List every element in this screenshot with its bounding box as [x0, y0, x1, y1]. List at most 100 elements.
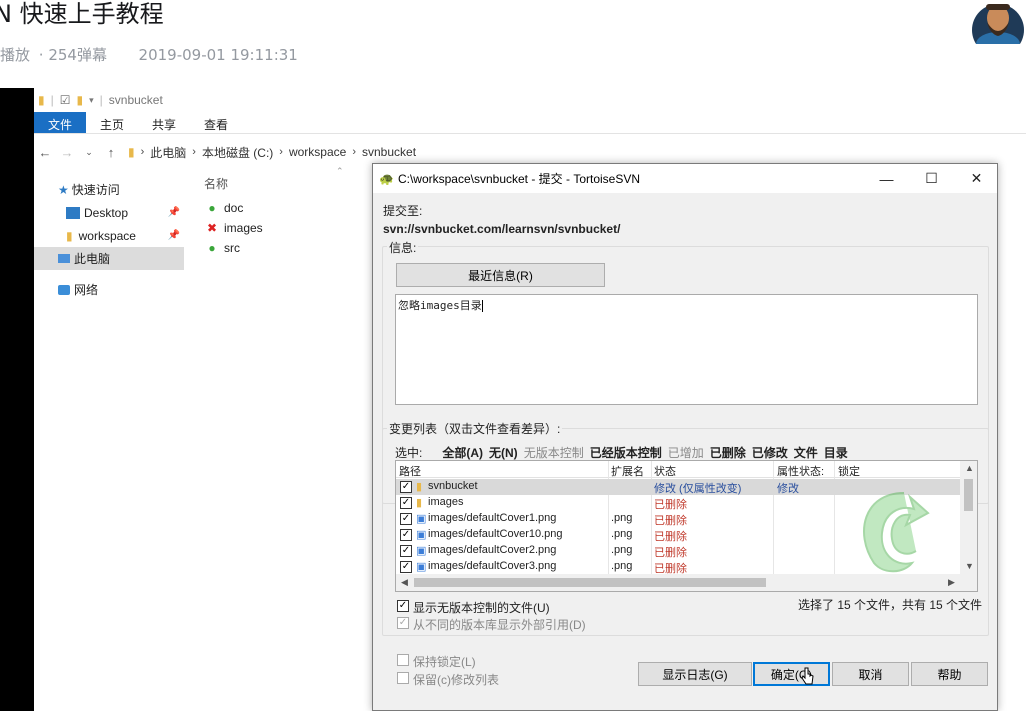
new-folder-icon[interactable]: ▮ — [77, 93, 84, 107]
nav-item-network[interactable]: 网络 — [34, 278, 184, 301]
dialog-titlebar[interactable]: 🐢 C:\workspace\svnbucket - 提交 - Tortoise… — [373, 164, 997, 193]
pin-icon[interactable]: 📌 — [168, 230, 180, 241]
keep-locks-checkbox[interactable] — [397, 654, 409, 666]
folder-icon: ▮ — [416, 497, 423, 509]
breadcrumb[interactable]: ▮ › 此电脑 › 本地磁盘 (C:) › workspace › svnbuc… — [128, 144, 416, 161]
scroll-down-icon[interactable]: ▼ — [965, 561, 974, 571]
dialog-title: C:\workspace\svnbucket - 提交 - TortoiseSV… — [397, 172, 641, 186]
keep-changelists-checkbox[interactable] — [397, 672, 409, 684]
show-externals-label[interactable]: 从不同的版本库显示外部引用(D) — [413, 616, 586, 633]
folder-icon[interactable]: ▮ — [38, 93, 45, 107]
ribbon-tabs: 文件 主页 共享 查看 — [34, 112, 1026, 134]
row-checkbox[interactable]: ✓ — [400, 529, 412, 541]
folder-icon: ▮ — [66, 228, 73, 243]
tab-file[interactable]: 文件 — [34, 112, 87, 133]
show-log-button[interactable]: 显示日志(G) — [638, 662, 752, 686]
desktop-icon — [66, 206, 80, 219]
show-unversioned-label[interactable]: 显示无版本控制的文件(U) — [413, 599, 550, 616]
row-checkbox[interactable]: ✓ — [400, 481, 412, 493]
commit-to-url: svn://svnbucket.com/learnsvn/svnbucket/ — [383, 222, 621, 236]
up-arrow-icon[interactable]: ↑ — [100, 145, 122, 160]
sort-chevron-icon: ⌃ — [336, 166, 344, 176]
select-modified-link[interactable]: 已修改 — [752, 444, 788, 461]
image-file-icon: ▣ — [416, 513, 427, 525]
help-button[interactable]: 帮助 — [911, 662, 988, 686]
select-files-link[interactable]: 文件 — [794, 444, 818, 461]
commit-dialog: 🐢 C:\workspace\svnbucket - 提交 - Tortoise… — [372, 163, 998, 711]
select-unversioned-link[interactable]: 无版本控制 — [524, 444, 584, 461]
changes-list[interactable]: 路径 扩展名 状态 属性状态: 锁定 ✓ ▮ svnbucket 修改 (仅属性… — [395, 460, 978, 592]
computer-icon — [58, 254, 70, 263]
window-title: svnbucket — [108, 93, 163, 107]
video-letterbox — [0, 88, 34, 711]
properties-icon[interactable]: ☑ — [60, 93, 71, 107]
scrollbar-thumb[interactable] — [964, 479, 973, 511]
nav-item-workspace[interactable]: ▮ workspace 📌 — [34, 224, 184, 247]
tab-home[interactable]: 主页 — [86, 112, 138, 133]
commit-to-label: 提交至: — [383, 204, 423, 218]
row-checkbox[interactable]: ✓ — [400, 545, 412, 557]
svn-normal-icon: ● — [208, 201, 216, 215]
column-header-status[interactable]: 状态 — [654, 463, 676, 479]
row-checkbox[interactable]: ✓ — [400, 497, 412, 509]
select-added-link[interactable]: 已增加 — [668, 444, 704, 461]
back-arrow-icon[interactable]: ← — [34, 145, 56, 160]
image-file-icon: ▣ — [416, 561, 427, 573]
list-item[interactable]: ✖ images — [204, 218, 374, 238]
row-checkbox[interactable]: ✓ — [400, 561, 412, 573]
pin-icon[interactable]: 📌 — [168, 207, 180, 218]
scrollbar-thumb[interactable] — [414, 578, 766, 587]
ok-button[interactable]: 确定(O) — [753, 662, 830, 686]
forward-arrow-icon[interactable]: → — [56, 145, 78, 160]
tab-view[interactable]: 查看 — [190, 112, 242, 133]
keep-changelists-label[interactable]: 保留(c)修改列表 — [413, 671, 499, 688]
breadcrumb-item[interactable]: svnbucket — [362, 145, 416, 159]
column-header-lock[interactable]: 锁定 — [838, 463, 860, 479]
select-none-link[interactable]: 无(N) — [489, 444, 518, 461]
select-versioned-link[interactable]: 已经版本控制 — [590, 444, 662, 461]
video-frame[interactable]: ▮ | ☑ ▮ ▾ | svnbucket 文件 主页 共享 查看 ← → ⌄ … — [0, 88, 1026, 711]
nav-item-desktop[interactable]: Desktop 📌 — [34, 201, 184, 224]
commit-message-input[interactable]: 忽略images目录 — [395, 294, 978, 405]
breadcrumb-item[interactable]: 此电脑 — [150, 144, 186, 161]
scroll-up-icon[interactable]: ▲ — [965, 463, 974, 473]
cancel-button[interactable]: 取消 — [832, 662, 909, 686]
show-externals-checkbox[interactable]: ✓ — [397, 617, 409, 629]
nav-item-quick-access[interactable]: ★ 快速访问 — [34, 178, 184, 201]
scroll-right-icon[interactable]: ▶ — [948, 577, 955, 588]
mouse-cursor-icon — [801, 667, 814, 685]
vertical-scrollbar[interactable]: ▲ ▼ — [960, 461, 977, 575]
star-icon: ★ — [58, 182, 69, 197]
column-header-name[interactable]: 名称 — [204, 172, 374, 194]
nav-item-this-pc[interactable]: 此电脑 — [34, 247, 184, 270]
tab-share[interactable]: 共享 — [138, 112, 190, 133]
row-checkbox[interactable]: ✓ — [400, 513, 412, 525]
avatar[interactable] — [968, 0, 1026, 44]
recent-messages-button[interactable]: 最近信息(R) — [396, 263, 605, 287]
changes-list-header: 路径 扩展名 状态 属性状态: 锁定 — [396, 461, 961, 478]
list-item[interactable]: ● src — [204, 238, 374, 258]
show-unversioned-checkbox[interactable]: ✓ — [397, 600, 409, 612]
list-item[interactable]: ● doc — [204, 198, 374, 218]
select-deleted-link[interactable]: 已删除 — [710, 444, 746, 461]
scroll-left-icon[interactable]: ◀ — [401, 577, 408, 588]
maximize-button[interactable]: ☐ — [909, 164, 954, 193]
minimize-button[interactable]: — — [864, 164, 909, 193]
select-all-link[interactable]: 全部(A) — [442, 444, 483, 461]
keep-locks-label[interactable]: 保持锁定(L) — [413, 653, 476, 670]
column-header-extension[interactable]: 扩展名 — [611, 463, 644, 479]
recent-dropdown-icon[interactable]: ⌄ — [78, 147, 100, 158]
horizontal-scrollbar[interactable]: ◀ ▶ — [396, 574, 977, 591]
changes-group-label: 变更列表（双击文件查看差异）: — [387, 420, 563, 437]
column-header-prop-status[interactable]: 属性状态: — [777, 463, 824, 479]
column-header-path[interactable]: 路径 — [399, 463, 421, 479]
image-file-icon: ▣ — [416, 545, 427, 557]
dropdown-arrow-icon[interactable]: ▾ — [89, 95, 94, 106]
breadcrumb-item[interactable]: 本地磁盘 (C:) — [202, 144, 273, 161]
breadcrumb-item[interactable]: workspace — [289, 145, 346, 159]
tortoisesvn-watermark-icon — [863, 492, 930, 573]
selection-summary: 选择了 15 个文件，共有 15 个文件 — [798, 598, 983, 612]
select-folders-link[interactable]: 目录 — [824, 444, 848, 461]
select-label: 选中: — [395, 446, 423, 460]
close-button[interactable]: ✕ — [954, 164, 999, 193]
